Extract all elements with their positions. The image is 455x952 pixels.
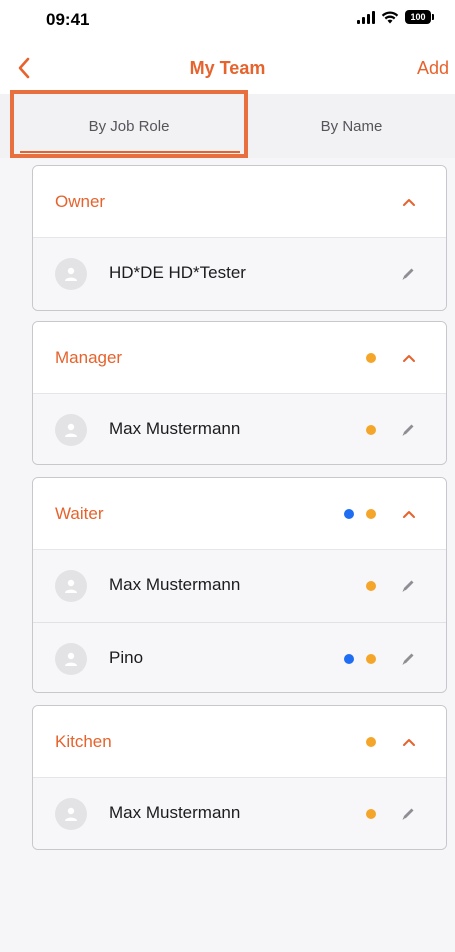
status-time: 09:41 — [46, 10, 90, 29]
group-header-owner[interactable]: Owner — [33, 166, 446, 238]
add-button[interactable]: Add — [417, 58, 449, 79]
member-name: HD*DE HD*Tester — [109, 263, 246, 282]
edit-pencil-icon[interactable] — [400, 422, 416, 438]
wifi-icon — [381, 11, 399, 23]
status-icons: 100 — [357, 10, 434, 24]
chevron-up-icon[interactable] — [402, 195, 416, 209]
person-icon — [65, 579, 77, 593]
role-dot-orange — [366, 737, 376, 747]
role-dot-blue — [344, 509, 354, 519]
status-bar: 09:41 100 — [0, 0, 455, 40]
nav-bar: My Team Add — [0, 40, 455, 94]
member-name: Pino — [109, 648, 144, 667]
member-row[interactable]: Max Mustermann — [33, 778, 446, 849]
role-dot-orange — [366, 654, 376, 664]
group-title: Manager — [55, 348, 123, 367]
person-icon — [65, 423, 77, 437]
group-header-manager[interactable]: Manager — [33, 322, 446, 394]
role-dot-orange — [366, 425, 376, 435]
group-header-waiter[interactable]: Waiter — [33, 478, 446, 550]
member-name: Max Mustermann — [109, 575, 241, 594]
avatar — [55, 570, 87, 602]
edit-pencil-icon[interactable] — [400, 806, 416, 822]
group-title: Waiter — [55, 504, 104, 523]
edit-pencil-icon[interactable] — [400, 578, 416, 594]
edit-pencil-icon[interactable] — [400, 651, 416, 667]
battery-level: 100 — [410, 12, 426, 22]
member-row[interactable]: HD*DE HD*Tester — [33, 238, 446, 310]
tab-by-name[interactable]: By Name — [248, 94, 455, 158]
chevron-up-icon[interactable] — [402, 507, 416, 521]
person-icon — [65, 652, 77, 666]
role-dot-orange — [366, 509, 376, 519]
group-title: Owner — [55, 192, 106, 211]
chevron-up-icon[interactable] — [402, 351, 416, 365]
group-card-kitchen: Kitchen Max Mustermann — [32, 705, 447, 850]
tab-by-job-role[interactable]: By Job Role — [10, 94, 248, 158]
battery-icon: 100 — [405, 10, 434, 24]
role-dot-orange — [366, 581, 376, 591]
page-title: My Team — [189, 58, 266, 78]
role-dot-orange — [366, 353, 376, 363]
role-dot-orange — [366, 809, 376, 819]
group-title: Kitchen — [55, 732, 112, 751]
group-header-kitchen[interactable]: Kitchen — [33, 706, 446, 778]
active-tab-indicator — [20, 151, 240, 153]
signal-icon — [357, 10, 375, 24]
tab-bar: By Job Role By Name — [0, 94, 455, 158]
group-card-manager: Manager Max Mustermann — [32, 321, 447, 465]
group-card-owner: Owner HD*DE HD*Tester — [32, 165, 447, 311]
member-name: Max Mustermann — [109, 419, 241, 438]
role-dot-blue — [344, 654, 354, 664]
team-list: Owner HD*DE HD*Tester Manager Max Muster… — [0, 158, 455, 952]
member-row[interactable]: Max Mustermann — [33, 550, 446, 622]
avatar — [55, 414, 87, 446]
person-icon — [65, 807, 77, 821]
group-card-waiter: Waiter Max Mustermann Pino — [32, 477, 447, 693]
avatar — [55, 258, 87, 290]
person-icon — [65, 267, 77, 281]
chevron-up-icon[interactable] — [402, 735, 416, 749]
avatar — [55, 643, 87, 675]
avatar — [55, 798, 87, 830]
edit-pencil-icon[interactable] — [400, 266, 416, 282]
member-row[interactable]: Max Mustermann — [33, 394, 446, 464]
member-name: Max Mustermann — [109, 803, 241, 822]
member-row[interactable]: Pino — [33, 622, 446, 692]
